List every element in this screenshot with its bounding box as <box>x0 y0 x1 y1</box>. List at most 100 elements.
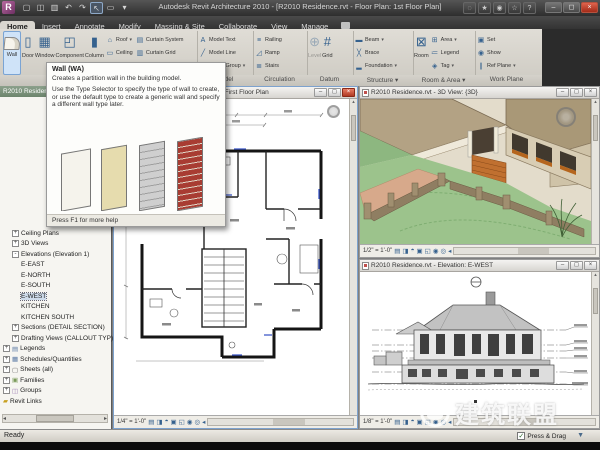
favorites-icon[interactable]: ☆ <box>508 2 521 14</box>
browser-horizontal-scrollbar[interactable]: ◂ ▸ <box>2 414 108 423</box>
scale-label[interactable]: 1/8" = 1'-0" <box>363 419 392 425</box>
model-graphics-style-icon[interactable]: ◨ <box>156 418 162 426</box>
tree-expander-icon[interactable]: + <box>3 345 10 352</box>
scroll-left-icon[interactable]: ◂ <box>202 418 205 426</box>
foundation-button[interactable]: ▂Foundation▾ <box>354 60 398 72</box>
wall-button[interactable]: Wall <box>3 31 21 75</box>
tree-item-kitchen[interactable]: KITCHEN <box>0 302 111 313</box>
detail-level-icon[interactable]: ▤ <box>394 418 400 426</box>
reveal-hidden-icon[interactable]: ◎ <box>441 418 447 426</box>
tree-expander-icon[interactable]: + <box>3 377 10 384</box>
tree-expander-icon[interactable]: + <box>3 366 10 373</box>
curtain-system-button[interactable]: ▤Curtain System <box>135 34 185 46</box>
child-minimize-button[interactable]: – <box>556 88 569 97</box>
room-button[interactable]: ⊠Room <box>414 31 429 75</box>
tree-expander-icon[interactable]: + <box>3 356 10 363</box>
tree-item-sections-detail-section-[interactable]: +Sections (DETAIL SECTION) <box>0 323 111 334</box>
tag-button[interactable]: ◈Tag▾ <box>430 60 460 72</box>
beam-button[interactable]: ▬Beam▾ <box>354 34 398 46</box>
child-minimize-button[interactable]: – <box>556 261 569 270</box>
maximize-button[interactable]: ◻ <box>563 2 580 13</box>
open-icon[interactable]: ▢ <box>20 2 33 14</box>
3d-view-canvas[interactable] <box>360 99 591 244</box>
tree-item-e-east[interactable]: E-EAST <box>0 260 111 271</box>
set-button[interactable]: ▣Set <box>476 34 517 46</box>
help-icon[interactable]: ? <box>523 2 536 14</box>
show-crop-icon[interactable]: ◱ <box>425 247 431 255</box>
detail-level-icon[interactable]: ▤ <box>394 247 400 255</box>
legend-button[interactable]: ≔Legend <box>430 47 460 59</box>
group-label-datum[interactable]: Datum <box>307 76 352 83</box>
elevation-vertical-scrollbar[interactable]: ▴ <box>591 272 599 415</box>
level-button[interactable]: ⊕Level <box>308 31 321 75</box>
brace-button[interactable]: ╳Brace <box>354 47 398 59</box>
curtain-grid-button[interactable]: ▥Curtain Grid <box>135 47 185 59</box>
detail-level-icon[interactable]: ▤ <box>148 418 154 426</box>
press-and-drag-checkbox[interactable]: ✓ <box>517 432 525 440</box>
tree-item-legends[interactable]: +▤Legends <box>0 344 111 355</box>
tree-item-revit-links[interactable]: ▰Revit Links <box>0 396 111 407</box>
show-button[interactable]: ◉Show <box>476 47 517 59</box>
steering-wheel-icon[interactable] <box>556 107 576 127</box>
floor-plan-vertical-scrollbar[interactable]: ▴ <box>349 99 357 415</box>
tree-item-kitchen-south[interactable]: KITCHEN SOUTH <box>0 312 111 323</box>
child-close-button[interactable]: × <box>342 88 355 97</box>
elevation-canvas[interactable] <box>360 272 591 415</box>
ref-plane-button[interactable]: ∥Ref Plane▾ <box>476 60 517 72</box>
redo-icon[interactable]: ↷ <box>76 2 89 14</box>
tree-expander-icon[interactable]: - <box>12 251 19 258</box>
tree-item-schedules-quantities[interactable]: +▦Schedules/Quantities <box>0 354 111 365</box>
undo-icon[interactable]: ↶ <box>62 2 75 14</box>
print-icon[interactable]: ▥ <box>48 2 61 14</box>
minimize-button[interactable]: – <box>545 2 562 13</box>
press-and-drag-toggle[interactable]: ✓ Press & Drag <box>517 432 566 440</box>
floor-plan-horizontal-scrollbar[interactable] <box>207 418 354 426</box>
crop-region-icon[interactable]: ▣ <box>417 247 423 255</box>
temporary-hide-icon[interactable]: ◉ <box>187 418 193 426</box>
communication-center-icon[interactable]: ◉ <box>493 2 506 14</box>
tree-item-drafting-views-callout-typ-[interactable]: +Drafting Views (CALLOUT TYP) <box>0 333 111 344</box>
grid-button[interactable]: #Grid <box>322 31 332 75</box>
railing-button[interactable]: ≡Railing <box>254 34 283 46</box>
tree-item-families[interactable]: +▣Families <box>0 375 111 386</box>
child-close-button[interactable]: × <box>584 88 597 97</box>
show-crop-icon[interactable]: ◱ <box>425 418 431 426</box>
shadows-icon[interactable]: ◓ <box>411 418 415 426</box>
group-label-structure[interactable]: Structure ▾ <box>353 76 412 84</box>
tree-expander-icon[interactable]: + <box>12 335 19 342</box>
model-graphics-style-icon[interactable]: ◨ <box>402 418 408 426</box>
ramp-button[interactable]: ◿Ramp <box>254 47 283 59</box>
subscription-center-icon[interactable]: ★ <box>478 2 491 14</box>
tree-item-e-north[interactable]: E-NORTH <box>0 270 111 281</box>
scroll-right-arrow-icon[interactable]: ▸ <box>104 415 107 422</box>
close-button[interactable]: × <box>581 2 598 13</box>
reveal-hidden-icon[interactable]: ◎ <box>441 247 447 255</box>
door-button[interactable]: ▯Door <box>22 31 34 75</box>
model-line-button[interactable]: ╱Model Line <box>198 47 246 59</box>
scroll-left-icon[interactable]: ◂ <box>448 418 451 426</box>
save-icon[interactable]: ◫ <box>34 2 47 14</box>
revit-menu-button[interactable]: R <box>2 1 15 14</box>
scroll-left-icon[interactable]: ◂ <box>448 247 451 255</box>
tree-item-elevations-elevation-1-[interactable]: -Elevations (Elevation 1) <box>0 249 111 260</box>
group-label-work-plane[interactable]: Work Plane <box>475 76 538 83</box>
crop-region-icon[interactable]: ▣ <box>417 418 423 426</box>
child-close-button[interactable]: × <box>584 261 597 270</box>
scale-label[interactable]: 1/2" = 1'-0" <box>363 248 392 254</box>
editable-only-filter-icon[interactable]: ▼ <box>577 432 584 439</box>
crop-region-icon[interactable]: ▣ <box>171 418 177 426</box>
temporary-hide-icon[interactable]: ◉ <box>433 247 439 255</box>
tree-expander-icon[interactable]: + <box>12 240 19 247</box>
tree-expander-icon[interactable]: + <box>12 230 19 237</box>
tree-expander-icon[interactable]: + <box>3 387 10 394</box>
stairs-button[interactable]: ≣Stairs <box>254 60 283 72</box>
tree-item-sheets-all-[interactable]: +▢Sheets (all) <box>0 365 111 376</box>
shadows-icon[interactable]: ◓ <box>411 247 415 255</box>
ceiling-button[interactable]: ▭Ceiling <box>105 47 134 59</box>
elevation-window-titlebar[interactable]: R2010 Residence.rvt - Elevation: E-WEST … <box>360 260 599 272</box>
tree-item-e-west[interactable]: E-WEST <box>0 291 111 302</box>
3d-view-vertical-scrollbar[interactable]: ▴ <box>591 99 599 244</box>
model-text-button[interactable]: AModel Text <box>198 34 246 46</box>
child-restore-button[interactable]: ◻ <box>570 88 583 97</box>
scrollbar-handle[interactable] <box>36 415 74 422</box>
